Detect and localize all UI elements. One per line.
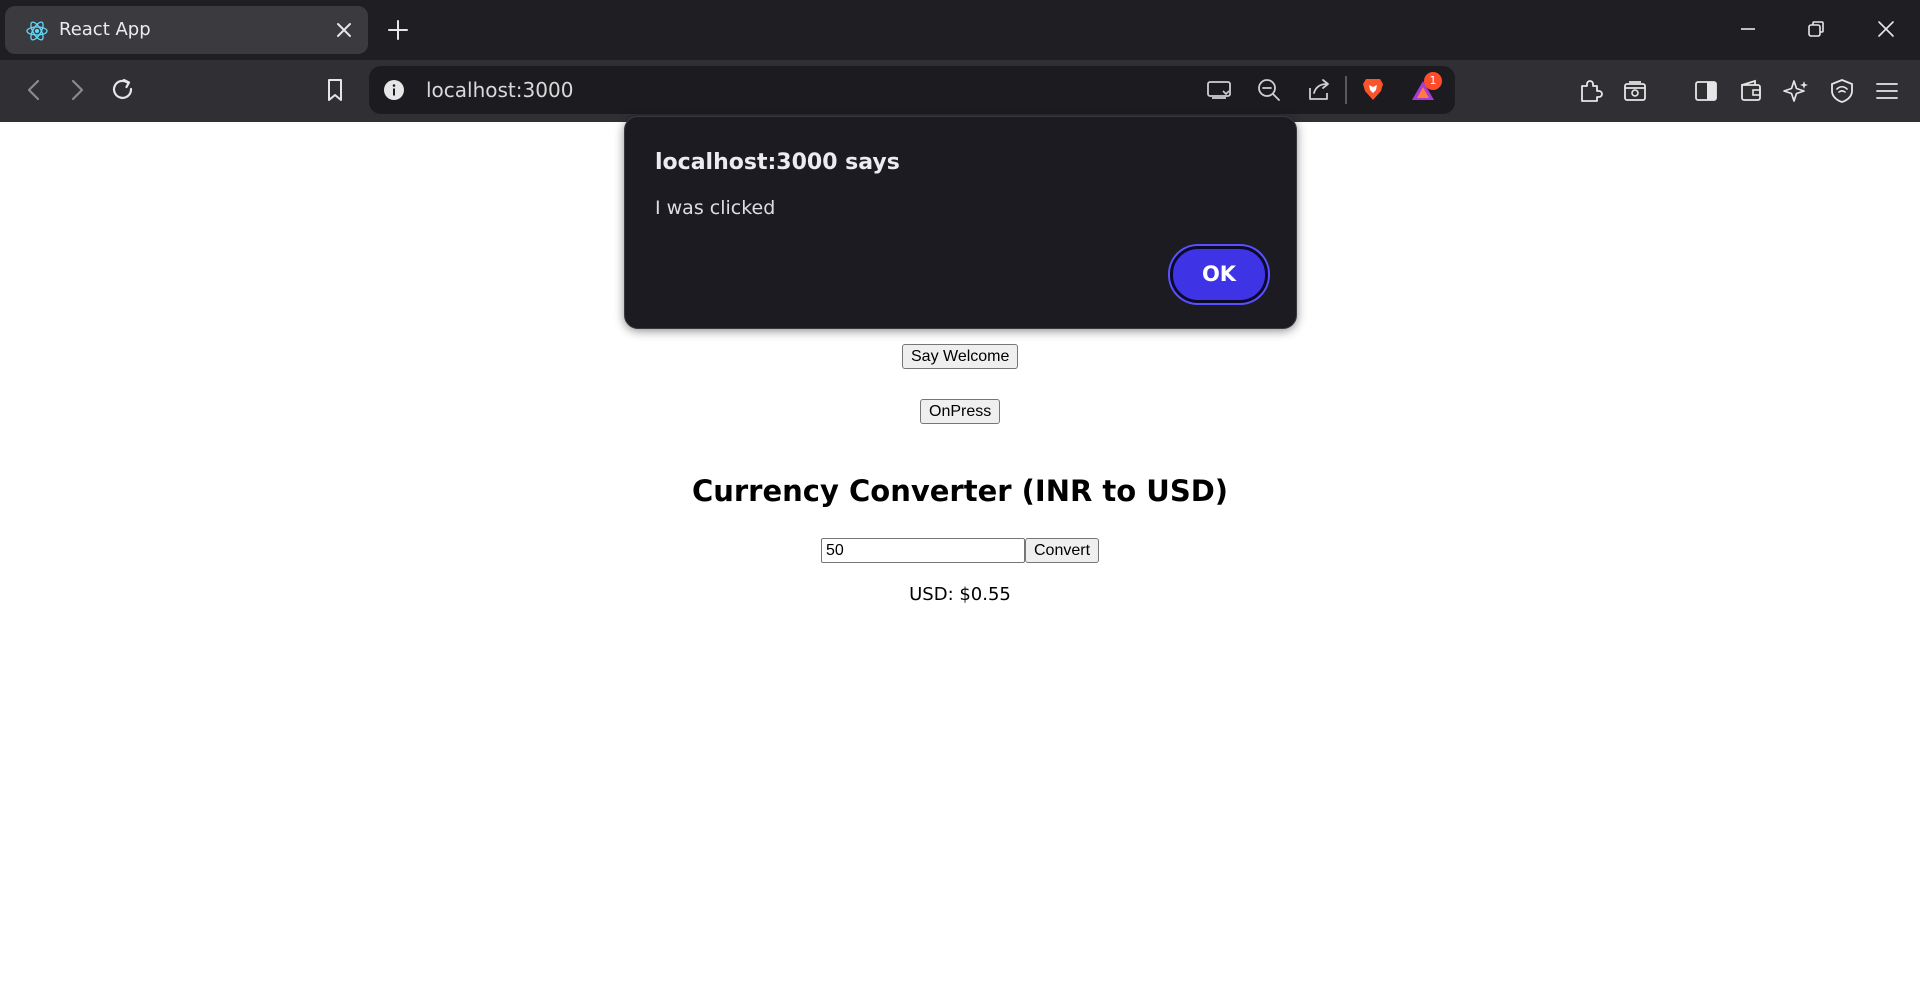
conversion-result: USD: $0.55 xyxy=(909,584,1011,605)
zoom-out-icon[interactable] xyxy=(1255,76,1283,104)
window-close-icon[interactable] xyxy=(1874,17,1898,41)
onpress-button[interactable]: OnPress xyxy=(920,399,1000,424)
bookmark-icon[interactable] xyxy=(320,75,350,105)
browser-tab[interactable]: React App xyxy=(5,6,368,54)
url-text: localhost:3000 xyxy=(426,78,574,102)
vpn-shield-icon[interactable] xyxy=(1828,77,1856,105)
address-bar[interactable]: localhost:3000 xyxy=(369,66,1455,114)
react-icon xyxy=(26,21,48,41)
amount-input[interactable]: 50 xyxy=(821,538,1025,563)
info-icon[interactable] xyxy=(383,79,405,101)
cast-icon[interactable] xyxy=(1205,76,1233,104)
sidebar-icon[interactable] xyxy=(1692,77,1720,105)
tab-strip: React App xyxy=(0,0,1920,60)
tab-title: React App xyxy=(59,19,151,40)
forward-icon[interactable] xyxy=(62,75,92,105)
wallet-icon[interactable] xyxy=(1737,77,1765,105)
browser-toolbar: localhost:3000 1 xyxy=(0,60,1920,165)
converter-heading: Currency Converter (INR to USD) xyxy=(691,474,1229,508)
dialog-title: localhost:3000 says xyxy=(655,150,900,175)
close-icon[interactable] xyxy=(333,19,355,41)
ok-button[interactable]: OK xyxy=(1170,246,1268,303)
toolbar-divider xyxy=(1345,76,1347,104)
say-welcome-button[interactable]: Say Welcome xyxy=(902,344,1018,369)
extensions-icon[interactable] xyxy=(1576,77,1604,105)
share-icon[interactable] xyxy=(1305,76,1333,104)
back-icon[interactable] xyxy=(19,75,49,105)
menu-icon[interactable] xyxy=(1873,77,1901,105)
notification-badge: 1 xyxy=(1424,72,1442,90)
reload-icon[interactable] xyxy=(108,75,138,105)
leo-ai-icon[interactable] xyxy=(1782,77,1810,105)
restore-icon[interactable] xyxy=(1804,17,1828,41)
minimize-icon[interactable] xyxy=(1736,17,1760,41)
playlist-search-icon[interactable] xyxy=(1621,77,1649,105)
alert-dialog: localhost:3000 says I was clicked OK xyxy=(624,116,1297,329)
convert-button[interactable]: Convert xyxy=(1025,538,1099,563)
plus-icon[interactable] xyxy=(385,17,411,43)
dialog-message: I was clicked xyxy=(655,197,776,219)
brave-shields-icon[interactable] xyxy=(1359,75,1387,103)
